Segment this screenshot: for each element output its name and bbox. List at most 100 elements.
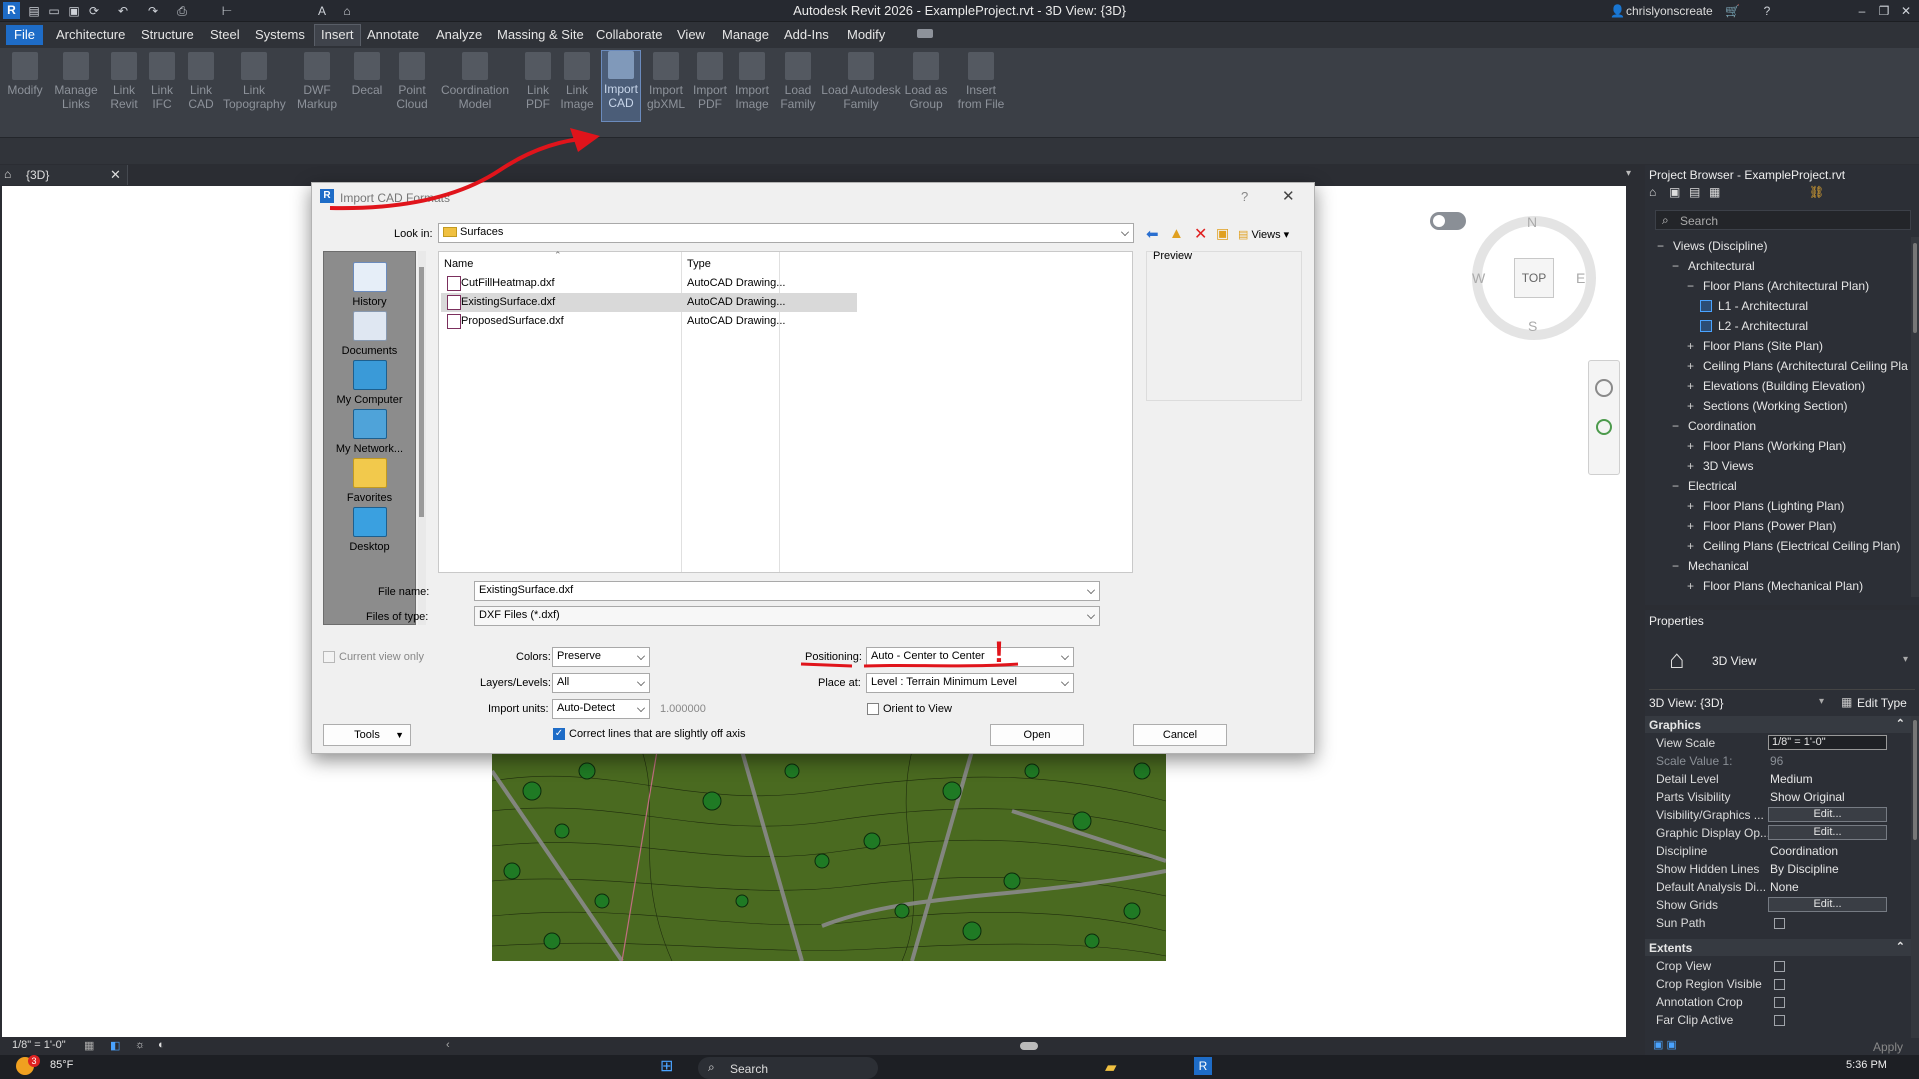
layers-dropdown[interactable]: All xyxy=(552,673,650,693)
expand-icon[interactable]: + xyxy=(1687,399,1697,413)
expand-icon[interactable]: + xyxy=(1687,439,1697,453)
expand-icon[interactable]: + xyxy=(1687,359,1697,373)
extents-section[interactable]: Extents ⌃ xyxy=(1645,939,1911,956)
file-name-input[interactable]: ExistingSurface.dxf xyxy=(474,581,1100,601)
compass-e[interactable]: E xyxy=(1576,270,1585,286)
new-folder-icon[interactable]: ▣ xyxy=(1216,225,1229,242)
collapse-icon[interactable]: − xyxy=(1672,259,1682,273)
open-button[interactable]: Open xyxy=(990,724,1084,746)
redo-icon[interactable]: ↷ xyxy=(146,4,160,18)
collapse-icon[interactable]: − xyxy=(1672,479,1682,493)
collapse-icon[interactable]: ⌃ xyxy=(1896,940,1905,953)
menu-add-ins[interactable]: Add-Ins xyxy=(784,27,829,45)
ribbon-link-image[interactable]: Link Image xyxy=(558,52,596,111)
edit-button[interactable]: Edit... xyxy=(1768,897,1887,912)
place-documents[interactable]: Documents xyxy=(324,307,415,357)
tools-button[interactable]: Tools ▼ xyxy=(323,724,411,746)
expand-icon[interactable]: + xyxy=(1687,519,1697,533)
browser-home-icon[interactable]: ⌂ xyxy=(1649,185,1656,199)
help-icon[interactable]: ? xyxy=(1241,189,1248,204)
place-my-computer[interactable]: My Computer xyxy=(324,356,415,406)
properties-scrollbar[interactable] xyxy=(1911,716,1919,1038)
ribbon-import-image[interactable]: Import Image xyxy=(732,52,772,111)
ribbon-modify[interactable]: Modify xyxy=(4,52,46,97)
column-name-header[interactable]: Name xyxy=(444,258,473,270)
delete-icon[interactable]: ✕ xyxy=(1194,224,1207,244)
edit-type-button[interactable]: ▦ Edit Type xyxy=(1841,694,1919,712)
colors-dropdown[interactable]: Preserve xyxy=(552,647,650,667)
menu-architecture[interactable]: Architecture xyxy=(56,27,125,45)
type-dropdown-icon[interactable]: ▾ xyxy=(1903,654,1908,665)
browser-view-icon[interactable]: ▣ xyxy=(1669,185,1680,199)
view-toggle-switch[interactable] xyxy=(1430,212,1466,230)
save-icon[interactable]: ▣ xyxy=(67,4,81,18)
cancel-button[interactable]: Cancel xyxy=(1133,724,1227,746)
collapse-icon[interactable]: − xyxy=(1672,559,1682,573)
menu-steel[interactable]: Steel xyxy=(210,27,240,45)
menu-file[interactable]: File xyxy=(6,25,43,45)
menu-analyze[interactable]: Analyze xyxy=(436,27,482,45)
weather-widget[interactable]: 3 85°F xyxy=(16,1055,96,1077)
ribbon-import-pdf[interactable]: Import PDF xyxy=(690,52,730,111)
menu-annotate[interactable]: Annotate xyxy=(367,27,419,45)
sun-path-icon[interactable]: ☼ xyxy=(135,1039,145,1051)
collapse-icon[interactable]: − xyxy=(1687,279,1697,293)
property-checkbox[interactable] xyxy=(1774,979,1785,990)
tab-menu-icon[interactable]: ▾ xyxy=(1626,168,1631,179)
viewcube-top-face[interactable]: TOP xyxy=(1514,258,1554,298)
edit-button[interactable]: Edit... xyxy=(1768,825,1887,840)
expand-icon[interactable]: + xyxy=(1687,459,1697,473)
properties-help-link[interactable]: ▣ ▣ xyxy=(1653,1038,1713,1054)
view-scale-status[interactable]: 1/8" = 1'-0" xyxy=(12,1039,66,1051)
3d-view-icon[interactable]: ⌂ xyxy=(340,4,354,18)
place-at-dropdown[interactable]: Level : Terrain Minimum Level xyxy=(866,673,1074,693)
expand-icon[interactable]: + xyxy=(1687,579,1697,593)
property-value[interactable]: Medium xyxy=(1770,772,1813,786)
file-row-selected[interactable]: ExistingSurface.dxf AutoCAD Drawing... xyxy=(441,293,857,312)
ribbon-load-autodesk-family[interactable]: Load Autodesk Family xyxy=(821,52,901,111)
expand-icon[interactable]: + xyxy=(1687,539,1697,553)
instance-selector[interactable]: 3D View: {3D} ▾ xyxy=(1649,694,1829,712)
graphics-section[interactable]: Graphics ⌃ xyxy=(1645,716,1911,733)
ribbon-coordination-model[interactable]: Coordination Model xyxy=(439,52,511,111)
place-favorites[interactable]: Favorites xyxy=(324,454,415,504)
zoom-icon[interactable] xyxy=(1596,419,1612,435)
revit-taskbar-icon[interactable]: R xyxy=(1194,1057,1212,1075)
apply-button[interactable]: Apply xyxy=(1873,1040,1903,1054)
places-scrollbar[interactable] xyxy=(418,251,426,625)
import-units-dropdown[interactable]: Auto-Detect xyxy=(552,699,650,719)
browser-schedule-icon[interactable]: ▦ xyxy=(1709,185,1720,199)
menu-insert[interactable]: Insert xyxy=(314,24,361,46)
place-my-network[interactable]: My Network... xyxy=(324,405,415,455)
browser-link-icon[interactable]: ⛓ xyxy=(1809,185,1824,199)
compass-n[interactable]: N xyxy=(1527,214,1537,230)
close-icon[interactable]: ✕ xyxy=(1899,4,1913,18)
browser-sheet-icon[interactable]: ▤ xyxy=(1689,185,1700,199)
menu-manage[interactable]: Manage xyxy=(722,27,769,45)
property-checkbox[interactable] xyxy=(1774,961,1785,972)
viewcube[interactable]: TOP N S E W xyxy=(1472,214,1596,340)
print-icon[interactable]: ⎙ xyxy=(175,4,189,18)
ribbon-manage-links[interactable]: Manage Links xyxy=(53,52,99,111)
browser-search[interactable]: ⌕ Search xyxy=(1655,210,1911,230)
expand-icon[interactable]: + xyxy=(1687,379,1697,393)
steering-wheel-icon[interactable] xyxy=(1595,379,1613,397)
browser-scrollbar[interactable] xyxy=(1911,237,1919,597)
current-view-only-checkbox[interactable] xyxy=(323,651,335,663)
ribbon-link-revit[interactable]: Link Revit xyxy=(106,52,142,111)
start-icon[interactable]: ⊞ xyxy=(660,1058,680,1076)
minimize-icon[interactable]: – xyxy=(1855,4,1869,18)
scroll-left-icon[interactable]: ‹ xyxy=(446,1039,450,1051)
taskbar-search[interactable]: ⌕ Search xyxy=(698,1057,878,1079)
menu-view[interactable]: View xyxy=(677,27,705,45)
correct-lines-checkbox[interactable]: ✓ xyxy=(553,728,565,740)
ribbon-dwf-markup[interactable]: DWF Markup xyxy=(293,52,341,111)
revit-logo[interactable]: R xyxy=(3,2,20,19)
positioning-dropdown[interactable]: Auto - Center to Center xyxy=(866,647,1074,667)
undo-icon[interactable]: ↶ xyxy=(116,4,130,18)
ribbon-point-cloud[interactable]: Point Cloud xyxy=(392,52,432,111)
place-history[interactable]: History xyxy=(324,258,415,308)
file-row[interactable]: CutFillHeatmap.dxf AutoCAD Drawing... xyxy=(441,274,857,293)
collapse-icon[interactable]: ⌃ xyxy=(1896,717,1905,730)
up-folder-icon[interactable]: ▲ xyxy=(1169,225,1184,242)
